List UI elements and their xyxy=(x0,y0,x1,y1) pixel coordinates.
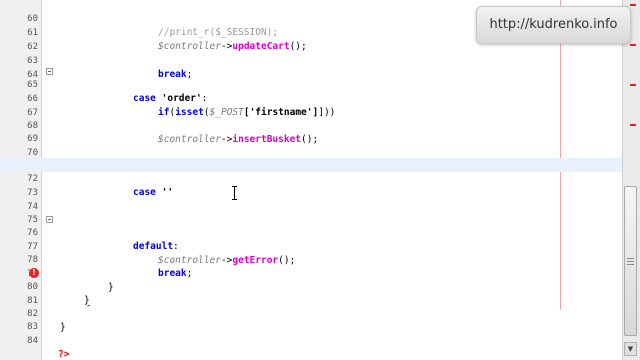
code-line[interactable]: 74 xyxy=(0,186,622,212)
php-close-tag: ?> xyxy=(58,349,70,360)
code-line[interactable]: 73 xyxy=(0,172,622,198)
grip-line xyxy=(627,264,634,265)
code-editor[interactable]: 60 //print_r($_SESSION); 61 $controller-… xyxy=(0,0,640,360)
code-line[interactable]: 66 if(isset($_POST['firstname']])) xyxy=(0,78,622,118)
code-line[interactable]: 69 xyxy=(0,118,622,144)
i-beam-cursor-icon xyxy=(232,186,237,200)
code-line[interactable]: 84 ?> xyxy=(0,320,622,360)
code-line[interactable]: 65 case 'order': xyxy=(0,64,622,104)
error-stripe-marker[interactable] xyxy=(630,44,636,46)
line-number: 84 xyxy=(27,336,38,346)
code-line[interactable]: 80 } xyxy=(0,266,622,306)
code-line[interactable]: 79 } xyxy=(0,253,622,293)
code-line[interactable]: 68 $controller->insertBusket(); xyxy=(0,105,622,145)
code-line[interactable]: 78 break; xyxy=(0,239,622,279)
scroll-down-arrow-icon[interactable]: ▼ xyxy=(624,342,637,356)
code-line[interactable]: 76 default: xyxy=(0,212,622,252)
watermark-url: http://kudrenko.info xyxy=(476,6,631,44)
code-line[interactable]: 67 xyxy=(0,92,622,118)
error-stripe-marker[interactable] xyxy=(630,84,636,86)
grip-line xyxy=(627,261,634,262)
code-line[interactable]: 77 $controller->getError(); xyxy=(0,226,622,266)
current-code-line[interactable]: 72 case '' xyxy=(0,158,622,198)
code-line[interactable]: 83 xyxy=(0,306,622,332)
fold-collapse-icon[interactable] xyxy=(46,68,53,75)
code-line[interactable]: 81 xyxy=(0,280,622,306)
error-stripe-marker[interactable] xyxy=(630,4,636,6)
fold-collapse-icon[interactable] xyxy=(46,216,53,223)
error-marker-icon[interactable]: ! xyxy=(29,268,39,278)
code-line[interactable]: 71 xyxy=(0,145,622,171)
code-line[interactable]: 82 } xyxy=(0,293,622,333)
code-line[interactable]: 75 xyxy=(0,199,622,225)
code-line[interactable]: 70 break; xyxy=(0,132,622,172)
grip-line xyxy=(627,258,634,259)
error-stripe-marker[interactable] xyxy=(630,124,636,126)
